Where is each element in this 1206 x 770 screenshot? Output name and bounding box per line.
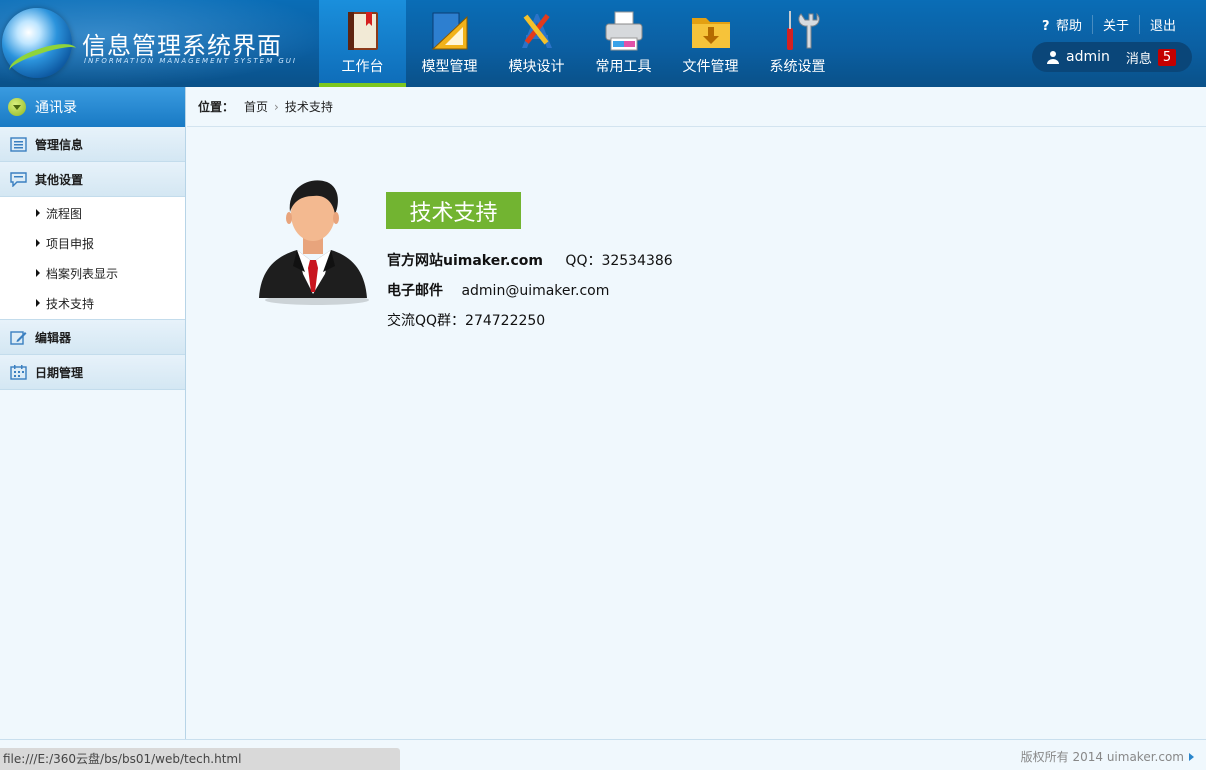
logo-title: 信息管理系统界面 [82, 32, 282, 60]
sidebar-section-label: 日期管理 [35, 365, 84, 380]
logout-link[interactable]: 退出 [1138, 15, 1186, 34]
help-link[interactable]: ? 帮助 [1032, 15, 1092, 34]
sidebar-section-other-settings[interactable]: 其他设置 [0, 162, 185, 197]
sidebar-item-project-report[interactable]: 项目申报 [0, 228, 185, 258]
nav-label: 工作台 [341, 59, 384, 75]
book-icon [347, 12, 378, 50]
footer: file:///E:/360云盘/bs/bs01/web/tech.html 版… [0, 739, 1206, 770]
message-count-badge: 5 [1157, 48, 1177, 66]
nav-item-module-design[interactable]: 模块设计 [493, 0, 580, 87]
breadcrumb-home-link[interactable]: 首页 [244, 98, 268, 115]
header: 信息管理系统界面 INFORMATION MANAGEMENT SYSTEM G… [0, 0, 1206, 87]
top-links: ? 帮助 关于 退出 [1032, 15, 1186, 34]
breadcrumb-separator-icon: › [274, 99, 279, 114]
sidebar-item-tech-support[interactable]: 技术支持 [0, 288, 185, 318]
about-link[interactable]: 关于 [1091, 15, 1139, 34]
sidebar-item-archive-list[interactable]: 档案列表显示 [0, 258, 185, 288]
sidebar-submenu: 流程图 项目申报 档案列表显示 技术支持 [0, 197, 185, 320]
sidebar: 通讯录 管理信息 其他设置 流程图 项目申报 档案列表显示 技术支持 编辑器 日… [0, 87, 186, 739]
top-nav: 工作台 模型管理 模块设计 常用工具 文件管理 系统设置 [319, 0, 841, 87]
email-line: 电子邮件 admin@uimaker.com [387, 280, 609, 300]
user-box: admin 消息 5 [1032, 42, 1192, 72]
email-label: 电子邮件 [387, 283, 443, 299]
comment-icon [10, 171, 27, 187]
sidebar-section-manage-info[interactable]: 管理信息 [0, 127, 185, 162]
breadcrumb-label: 位置： [198, 100, 235, 114]
sidebar-section-label: 编辑器 [35, 330, 72, 345]
copyright-text: 版权所有 2014 uimaker.com [1020, 750, 1184, 764]
nav-label: 系统设置 [769, 59, 826, 75]
nav-label: 模块设计 [508, 59, 565, 75]
help-label: 帮助 [1055, 19, 1082, 34]
list-icon [10, 136, 27, 152]
email-address[interactable]: admin@uimaker.com [461, 283, 609, 299]
sidebar-title: 通讯录 [35, 100, 77, 116]
nav-item-model-manage[interactable]: 模型管理 [406, 0, 493, 87]
nav-item-common-tools[interactable]: 常用工具 [580, 0, 667, 87]
calendar-icon [10, 364, 27, 380]
qq-group-line: 交流QQ群：274722250 [387, 313, 546, 329]
main-content: 技术支持 官方网站uimaker.com QQ：32534386 电子邮件 ad… [187, 128, 1206, 739]
wrench-icon [786, 11, 820, 50]
sidebar-section-label: 管理信息 [35, 137, 84, 152]
arrow-right-icon [1189, 753, 1194, 761]
qq-number: QQ：32534386 [565, 253, 673, 269]
sidebar-section-label: 其他设置 [35, 172, 84, 187]
breadcrumb-current: 技术支持 [284, 100, 333, 114]
messages-link[interactable]: 消息 [1126, 48, 1152, 67]
browser-status-url: file:///E:/360云盘/bs/bs01/web/tech.html [0, 748, 400, 770]
nav-item-file-manage[interactable]: 文件管理 [667, 0, 754, 87]
nav-label: 常用工具 [595, 59, 652, 75]
sidebar-item-flowchart[interactable]: 流程图 [0, 198, 185, 228]
nav-item-workbench[interactable]: 工作台 [319, 0, 406, 87]
logo-subtitle: INFORMATION MANAGEMENT SYSTEM GUI [84, 57, 297, 65]
collapse-arrow-icon [8, 98, 26, 116]
nav-item-system-settings[interactable]: 系统设置 [754, 0, 841, 87]
username[interactable]: admin [1066, 49, 1110, 65]
edit-icon [10, 330, 27, 345]
ruler-icon [431, 12, 467, 50]
businessman-avatar-icon [259, 180, 369, 305]
nav-label: 文件管理 [682, 59, 739, 75]
website-line: 官方网站uimaker.com QQ：32534386 [387, 250, 673, 270]
sidebar-section-date-manage[interactable]: 日期管理 [0, 355, 185, 390]
design-tools-icon [521, 13, 552, 48]
tech-support-badge: 技术支持 [386, 192, 521, 229]
breadcrumb: 位置： 首页 › 技术支持 [187, 87, 1206, 127]
sidebar-section-editor[interactable]: 编辑器 [0, 320, 185, 355]
logo-globe-icon [2, 8, 72, 78]
help-icon: ? [1041, 19, 1050, 34]
folder-icon [691, 18, 730, 48]
website-label[interactable]: 官方网站uimaker.com [387, 253, 543, 269]
sidebar-header[interactable]: 通讯录 [0, 87, 185, 127]
nav-label: 模型管理 [421, 59, 478, 75]
printer-icon [605, 11, 642, 51]
user-icon [1047, 51, 1059, 64]
